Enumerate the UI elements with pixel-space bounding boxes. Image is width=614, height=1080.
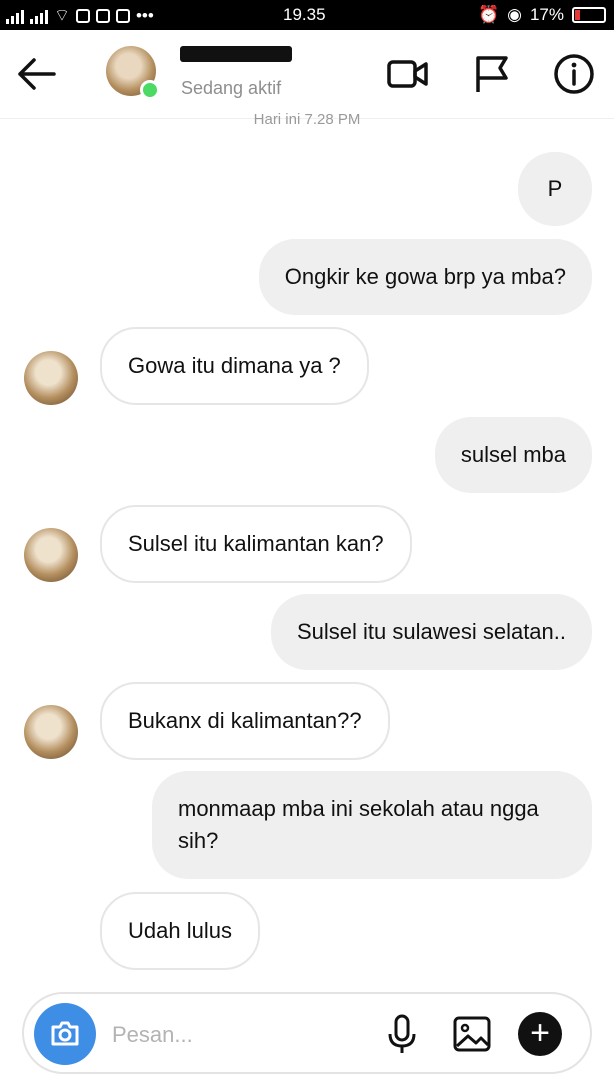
message-composer: Pesan... + (22, 992, 592, 1074)
sender-avatar[interactable] (24, 351, 78, 405)
microphone-icon[interactable] (380, 1012, 424, 1056)
back-arrow-icon[interactable] (14, 52, 58, 96)
message-input[interactable]: Pesan... (112, 1022, 193, 1048)
message-bubble-outgoing[interactable]: Ongkir ke gowa brp ya mba? (258, 239, 592, 315)
status-icons-left: ⌔ ••• (6, 5, 154, 26)
info-icon[interactable] (552, 52, 596, 96)
wifi-icon: ⌔ (54, 6, 70, 25)
online-indicator (140, 80, 160, 100)
sender-avatar[interactable] (24, 705, 78, 759)
app-notification-icon-2 (95, 8, 110, 23)
message-bubble-outgoing[interactable]: monmaap mba ini sekolah atau ngga sih? (152, 771, 592, 879)
message-bubble-incoming[interactable]: Sulsel itu kalimantan kan? (100, 505, 412, 583)
camera-icon (51, 1021, 79, 1046)
flag-icon[interactable] (470, 52, 514, 96)
signal-icon-2 (30, 8, 48, 24)
message-bubble-incoming[interactable]: Udah lulus (100, 892, 260, 970)
message-bubble-outgoing[interactable]: P (518, 152, 592, 226)
message-bubble-incoming[interactable]: Gowa itu dimana ya ? (100, 327, 369, 405)
app-notification-icon (75, 8, 90, 23)
eye-icon: ◉ (507, 5, 522, 24)
gallery-icon[interactable] (450, 1012, 494, 1056)
contact-name-redacted[interactable] (180, 46, 292, 62)
camera-button[interactable] (34, 1003, 96, 1065)
sender-avatar[interactable] (24, 528, 78, 582)
message-bubble-outgoing[interactable]: Sulsel itu sulawesi selatan.. (270, 594, 592, 670)
chat-header: Sedang aktif (0, 30, 614, 119)
more-notifications-icon: ••• (135, 5, 154, 25)
status-icons-right: ⏰ ◉ 17% (478, 5, 606, 25)
status-bar: ⌔ ••• 19.35 ⏰ ◉ 17% (0, 0, 614, 30)
video-call-icon[interactable] (386, 52, 430, 96)
download-icon (115, 8, 130, 23)
clock: 19.35 (283, 5, 326, 24)
message-timestamp: Hari ini 7.28 PM (253, 111, 361, 128)
battery-percent: 17% (529, 5, 564, 24)
active-status: Sedang aktif (181, 78, 282, 98)
signal-icon (6, 8, 24, 24)
message-bubble-incoming[interactable]: Bukanx di kalimantan?? (100, 682, 390, 760)
alarm-icon: ⏰ (477, 5, 500, 24)
message-bubble-outgoing[interactable]: sulsel mba (434, 417, 592, 493)
battery-icon (572, 7, 606, 23)
plus-icon[interactable]: + (518, 1012, 562, 1056)
message-thread[interactable]: Hari ini 7.28 PM P Ongkir ke gowa brp ya… (0, 111, 614, 974)
